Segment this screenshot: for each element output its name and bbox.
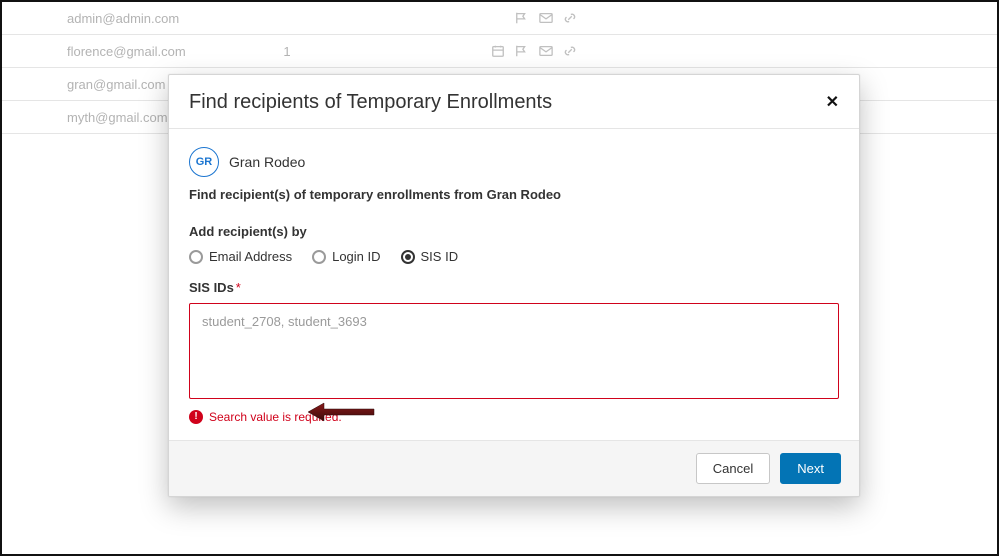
flag-icon bbox=[515, 11, 529, 25]
next-button[interactable]: Next bbox=[780, 453, 841, 484]
link-icon bbox=[563, 11, 577, 25]
radio-group: Email Address Login ID SIS ID bbox=[189, 249, 839, 264]
radio-icon bbox=[189, 250, 203, 264]
radio-sis-id[interactable]: SIS ID bbox=[401, 249, 459, 264]
user-row: GR Gran Rodeo bbox=[189, 147, 839, 177]
error-message: ! Search value is required. bbox=[189, 410, 839, 424]
radio-icon bbox=[312, 250, 326, 264]
modal-header: Find recipients of Temporary Enrollments… bbox=[169, 75, 859, 129]
error-text: Search value is required. bbox=[209, 410, 342, 424]
avatar: GR bbox=[189, 147, 219, 177]
close-icon[interactable]: ✕ bbox=[826, 95, 839, 111]
flag-icon bbox=[515, 44, 529, 58]
radio-email[interactable]: Email Address bbox=[189, 249, 292, 264]
required-mark: * bbox=[236, 280, 241, 295]
radio-label: Email Address bbox=[209, 249, 292, 264]
mail-icon bbox=[539, 44, 553, 58]
calendar-icon bbox=[491, 44, 505, 58]
email-cell: admin@admin.com bbox=[2, 11, 267, 26]
radio-login-id[interactable]: Login ID bbox=[312, 249, 380, 264]
sis-ids-input[interactable] bbox=[189, 303, 839, 399]
radio-label: SIS ID bbox=[421, 249, 459, 264]
email-cell: florence@gmail.com bbox=[2, 44, 267, 59]
modal-footer: Cancel Next bbox=[169, 440, 859, 496]
mail-icon bbox=[539, 11, 553, 25]
link-icon bbox=[563, 44, 577, 58]
count-cell: 1 bbox=[267, 44, 307, 59]
modal-title: Find recipients of Temporary Enrollments bbox=[189, 91, 552, 114]
subtitle-text: Find recipient(s) of temporary enrollmen… bbox=[189, 187, 839, 202]
find-recipients-modal: Find recipients of Temporary Enrollments… bbox=[168, 74, 860, 497]
table-row: admin@admin.com bbox=[2, 2, 997, 35]
error-icon: ! bbox=[189, 410, 203, 424]
modal-body: GR Gran Rodeo Find recipient(s) of tempo… bbox=[169, 129, 859, 440]
cancel-button[interactable]: Cancel bbox=[696, 453, 770, 484]
user-name: Gran Rodeo bbox=[229, 154, 305, 170]
table-row: florence@gmail.com 1 bbox=[2, 35, 997, 68]
sis-ids-label: SIS IDs* bbox=[189, 280, 839, 295]
radio-label: Login ID bbox=[332, 249, 380, 264]
add-by-label: Add recipient(s) by bbox=[189, 224, 839, 239]
radio-icon bbox=[401, 250, 415, 264]
